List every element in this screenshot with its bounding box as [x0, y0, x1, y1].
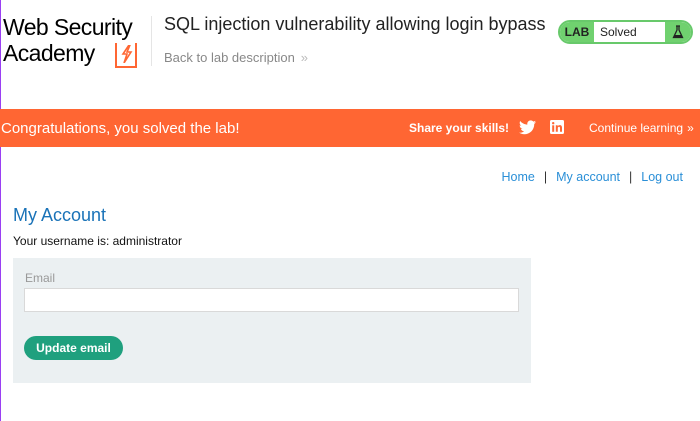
- lab-header: Web Security Academy SQL injection vulne…: [0, 0, 700, 108]
- linkedin-icon[interactable]: [550, 120, 564, 134]
- double-chevron-right-icon: »: [300, 50, 309, 65]
- nav-home-link[interactable]: Home: [502, 170, 535, 184]
- web-security-academy-logo[interactable]: Web Security Academy: [3, 15, 153, 75]
- header-divider: [151, 16, 152, 66]
- nav-logout-link[interactable]: Log out: [641, 170, 683, 184]
- lightning-bolt-icon: [115, 43, 137, 68]
- update-email-button[interactable]: Update email: [24, 336, 123, 360]
- logo-text-line2: Academy: [3, 40, 95, 66]
- double-chevron-right-icon: »: [687, 121, 694, 135]
- lab-status-widget: LAB Solved: [558, 20, 693, 44]
- twitter-icon[interactable]: [519, 120, 536, 135]
- solved-banner: Congratulations, you solved the lab! Sha…: [0, 109, 700, 147]
- email-input[interactable]: [24, 288, 519, 312]
- back-to-lab-description-link[interactable]: Back to lab description »: [164, 50, 308, 65]
- update-email-form: Email Update email: [13, 258, 531, 383]
- logo-text-line1: Web Security: [3, 14, 133, 40]
- email-label: Email: [25, 271, 56, 285]
- nav-separator: |: [543, 170, 548, 184]
- flask-icon: [665, 22, 691, 42]
- nav-separator: |: [629, 170, 633, 184]
- username-text: Your username is: administrator: [13, 234, 182, 248]
- continue-learning-link[interactable]: Continue learning »: [589, 121, 694, 135]
- congratulations-message: Congratulations, you solved the lab!: [1, 120, 240, 137]
- back-link-label: Back to lab description: [164, 50, 295, 65]
- lab-status-value: Solved: [600, 25, 637, 39]
- lab-status-tag: LAB: [560, 22, 594, 42]
- share-skills-label: Share your skills!: [409, 121, 510, 135]
- account-nav: Home | My account | Log out: [502, 170, 683, 184]
- nav-my-account-link[interactable]: My account: [556, 170, 620, 184]
- continue-learning-label: Continue learning: [589, 121, 684, 135]
- lab-title: SQL injection vulnerability allowing log…: [164, 14, 546, 34]
- page-title: My Account: [13, 205, 107, 225]
